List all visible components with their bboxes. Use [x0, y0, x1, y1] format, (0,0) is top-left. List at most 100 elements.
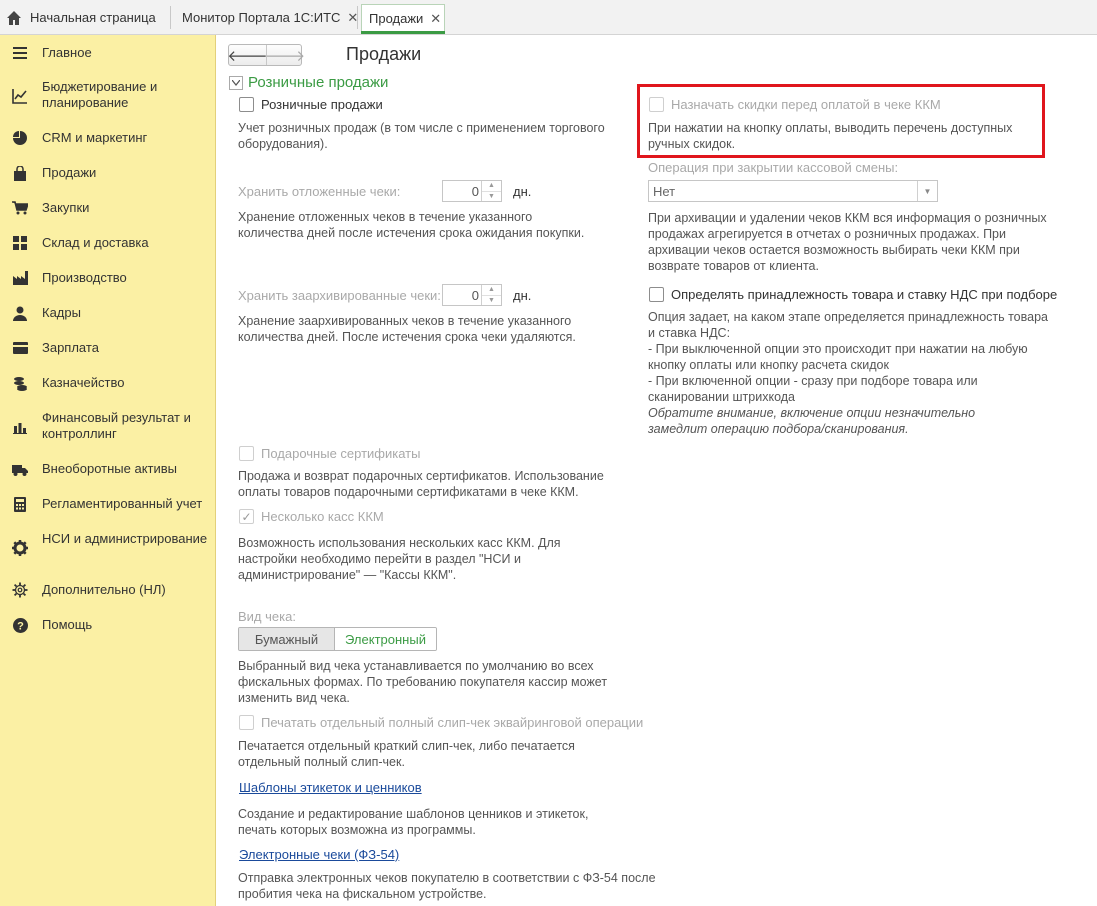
- sidebar-item-nsi-admin[interactable]: НСИ и администрирование: [0, 531, 215, 565]
- sidebar-item-label: CRM и маркетинг: [42, 130, 148, 145]
- tab-portal-monitor[interactable]: Монитор Портала 1С:ИТС ✕: [182, 3, 358, 32]
- dropdown-arrow-icon[interactable]: ▼: [917, 181, 937, 201]
- slip-receipt-option[interactable]: Печатать отдельный полный слип-чек эквай…: [239, 715, 643, 730]
- warehouse-grid-icon: [12, 235, 28, 251]
- back-button[interactable]: 🡐: [227, 45, 267, 65]
- receipt-type-description: Выбранный вид чека устанавливается по ум…: [238, 659, 608, 705]
- multiple-kkm-checkbox[interactable]: ✓: [239, 509, 254, 524]
- budget-chart-icon: [12, 88, 28, 104]
- sidebar-item-crm[interactable]: CRM и маркетинг: [0, 130, 215, 146]
- slip-receipt-label: Печатать отдельный полный слип-чек эквай…: [261, 715, 644, 730]
- sidebar-item-warehouse[interactable]: Склад и доставка: [0, 235, 215, 251]
- discounts-before-payment-description: При нажатии на кнопку оплаты, выводить п…: [648, 121, 1013, 151]
- sidebar-item-budgeting[interactable]: Бюджетирование и планирование: [0, 79, 215, 113]
- shift-close-operation-select[interactable]: Нет ▼: [648, 180, 938, 202]
- sidebar-item-salary[interactable]: Зарплата: [0, 340, 215, 356]
- sidebar-item-label: Финансовый результат и контроллинг: [42, 410, 191, 441]
- sidebar-item-fixed-assets[interactable]: Внеоборотные активы: [0, 461, 215, 477]
- group-retail-header[interactable]: Розничные продажи: [229, 74, 388, 91]
- vat-detection-label: Определять принадлежность товара и ставк…: [671, 287, 1058, 302]
- close-icon[interactable]: ✕: [430, 11, 441, 27]
- home-icon: [6, 10, 22, 26]
- deferred-receipts-value: 0: [471, 183, 479, 199]
- sidebar: Главное Бюджетирование и планирование CR…: [0, 35, 216, 906]
- discounts-before-payment-option[interactable]: Назначать скидки перед оплатой в чеке КК…: [649, 97, 941, 112]
- forward-button[interactable]: 🡒: [265, 45, 305, 65]
- label-templates-link[interactable]: Шаблоны этикеток и ценников: [239, 780, 422, 795]
- slip-receipt-description: Печатается отдельный краткий слип-чек, л…: [238, 739, 575, 769]
- deferred-receipts-label: Хранить отложенные чеки:: [238, 184, 401, 199]
- help-icon: ?: [12, 617, 28, 633]
- sidebar-item-treasury[interactable]: Казначейство: [0, 375, 215, 391]
- sidebar-item-financial-result[interactable]: Финансовый результат и контроллинг: [0, 410, 215, 444]
- sidebar-item-label: Бюджетирование и планирование: [42, 79, 158, 110]
- gift-certificates-description: Продажа и возврат подарочных сертификато…: [238, 469, 604, 499]
- sidebar-item-hr[interactable]: Кадры: [0, 305, 215, 321]
- tab-divider: [170, 6, 171, 29]
- sidebar-item-label: Помощь: [42, 617, 93, 632]
- slip-receipt-checkbox[interactable]: [239, 715, 254, 730]
- sidebar-item-label: Казначейство: [42, 375, 125, 390]
- sidebar-item-sales[interactable]: Продажи: [0, 165, 215, 181]
- sidebar-item-production[interactable]: Производство: [0, 270, 215, 286]
- receipt-type-paper-button[interactable]: Бумажный: [239, 628, 335, 650]
- truck-icon: [12, 461, 28, 477]
- vat-detection-desc-line: - При выключенной опции это происходит п…: [648, 342, 1028, 372]
- chevron-down-icon[interactable]: [229, 75, 243, 90]
- multiple-kkm-option[interactable]: ✓ Несколько касс ККМ: [239, 509, 384, 524]
- stepper[interactable]: ▲ ▼: [481, 285, 501, 305]
- shift-close-operation-label: Операция при закрытии кассовой смены:: [648, 160, 899, 175]
- sidebar-item-additional[interactable]: Дополнительно (НЛ): [0, 582, 215, 598]
- sidebar-item-label: НСИ и администрирование: [42, 531, 208, 546]
- archived-receipts-input[interactable]: 0 ▲ ▼: [442, 284, 502, 306]
- wallet-icon: [12, 340, 28, 356]
- calculator-icon: [12, 496, 28, 512]
- spin-down-icon[interactable]: ▼: [482, 190, 501, 202]
- coins-icon: [12, 375, 28, 391]
- factory-icon: [12, 270, 28, 286]
- tab-home[interactable]: Начальная страница: [0, 3, 170, 32]
- sidebar-item-label: Склад и доставка: [42, 235, 149, 250]
- sidebar-item-label: Кадры: [42, 305, 81, 320]
- retail-sales-checkbox[interactable]: [239, 97, 254, 112]
- sidebar-item-label: Производство: [42, 270, 127, 285]
- deferred-receipts-input[interactable]: 0 ▲ ▼: [442, 180, 502, 202]
- retail-sales-label: Розничные продажи: [261, 97, 383, 112]
- sidebar-item-label: Продажи: [42, 165, 97, 180]
- pie-chart-icon: [12, 130, 28, 146]
- deferred-receipts-description: Хранение отложенных чеков в течение указ…: [238, 210, 585, 240]
- sidebar-item-label: Зарплата: [42, 340, 99, 355]
- sidebar-item-purchases[interactable]: Закупки: [0, 200, 215, 216]
- receipt-type-electronic-button[interactable]: Электронный: [335, 628, 436, 650]
- stepper[interactable]: ▲ ▼: [481, 181, 501, 201]
- archived-receipts-description: Хранение заархивированных чеков в течени…: [238, 314, 576, 344]
- discounts-before-payment-checkbox[interactable]: [649, 97, 664, 112]
- gear-icon: [12, 540, 28, 556]
- tab-sales[interactable]: Продажи ✕: [361, 4, 445, 34]
- sidebar-item-regulated-accounting[interactable]: Регламентированный учет: [0, 496, 215, 512]
- archived-receipts-unit: дн.: [513, 288, 532, 303]
- page-title: Продажи: [346, 44, 422, 64]
- gift-certificates-option[interactable]: Подарочные сертификаты: [239, 446, 420, 461]
- multiple-kkm-label: Несколько касс ККМ: [261, 509, 384, 524]
- spin-up-icon[interactable]: ▲: [482, 181, 501, 191]
- vat-detection-option[interactable]: Определять принадлежность товара и ставк…: [649, 287, 1057, 302]
- group-retail-title: Розничные продажи: [248, 74, 389, 91]
- gift-certificates-checkbox[interactable]: [239, 446, 254, 461]
- sidebar-item-help[interactable]: ? Помощь: [0, 617, 215, 633]
- vat-detection-note: Обратите внимание, включение опции незна…: [648, 406, 976, 436]
- spin-up-icon[interactable]: ▲: [482, 285, 501, 295]
- vat-detection-checkbox[interactable]: [649, 287, 664, 302]
- tab-divider: [357, 6, 358, 29]
- sidebar-item-main[interactable]: Главное: [0, 45, 215, 61]
- vat-detection-description: Опция задает, на каком этапе определяетс…: [648, 309, 1053, 437]
- history-nav: 🡐 🡒: [227, 44, 305, 66]
- spin-down-icon[interactable]: ▼: [482, 294, 501, 306]
- retail-sales-option[interactable]: Розничные продажи: [239, 97, 383, 112]
- shift-close-operation-value: Нет: [653, 183, 676, 199]
- discounts-before-payment-label: Назначать скидки перед оплатой в чеке КК…: [671, 97, 941, 112]
- electronic-receipts-description: Отправка электронных чеков покупателю в …: [238, 871, 656, 901]
- archived-receipts-value: 0: [471, 287, 479, 303]
- electronic-receipts-link[interactable]: Электронные чеки (ФЗ-54): [239, 847, 399, 862]
- receipt-type-toggle: Бумажный Электронный: [238, 627, 437, 651]
